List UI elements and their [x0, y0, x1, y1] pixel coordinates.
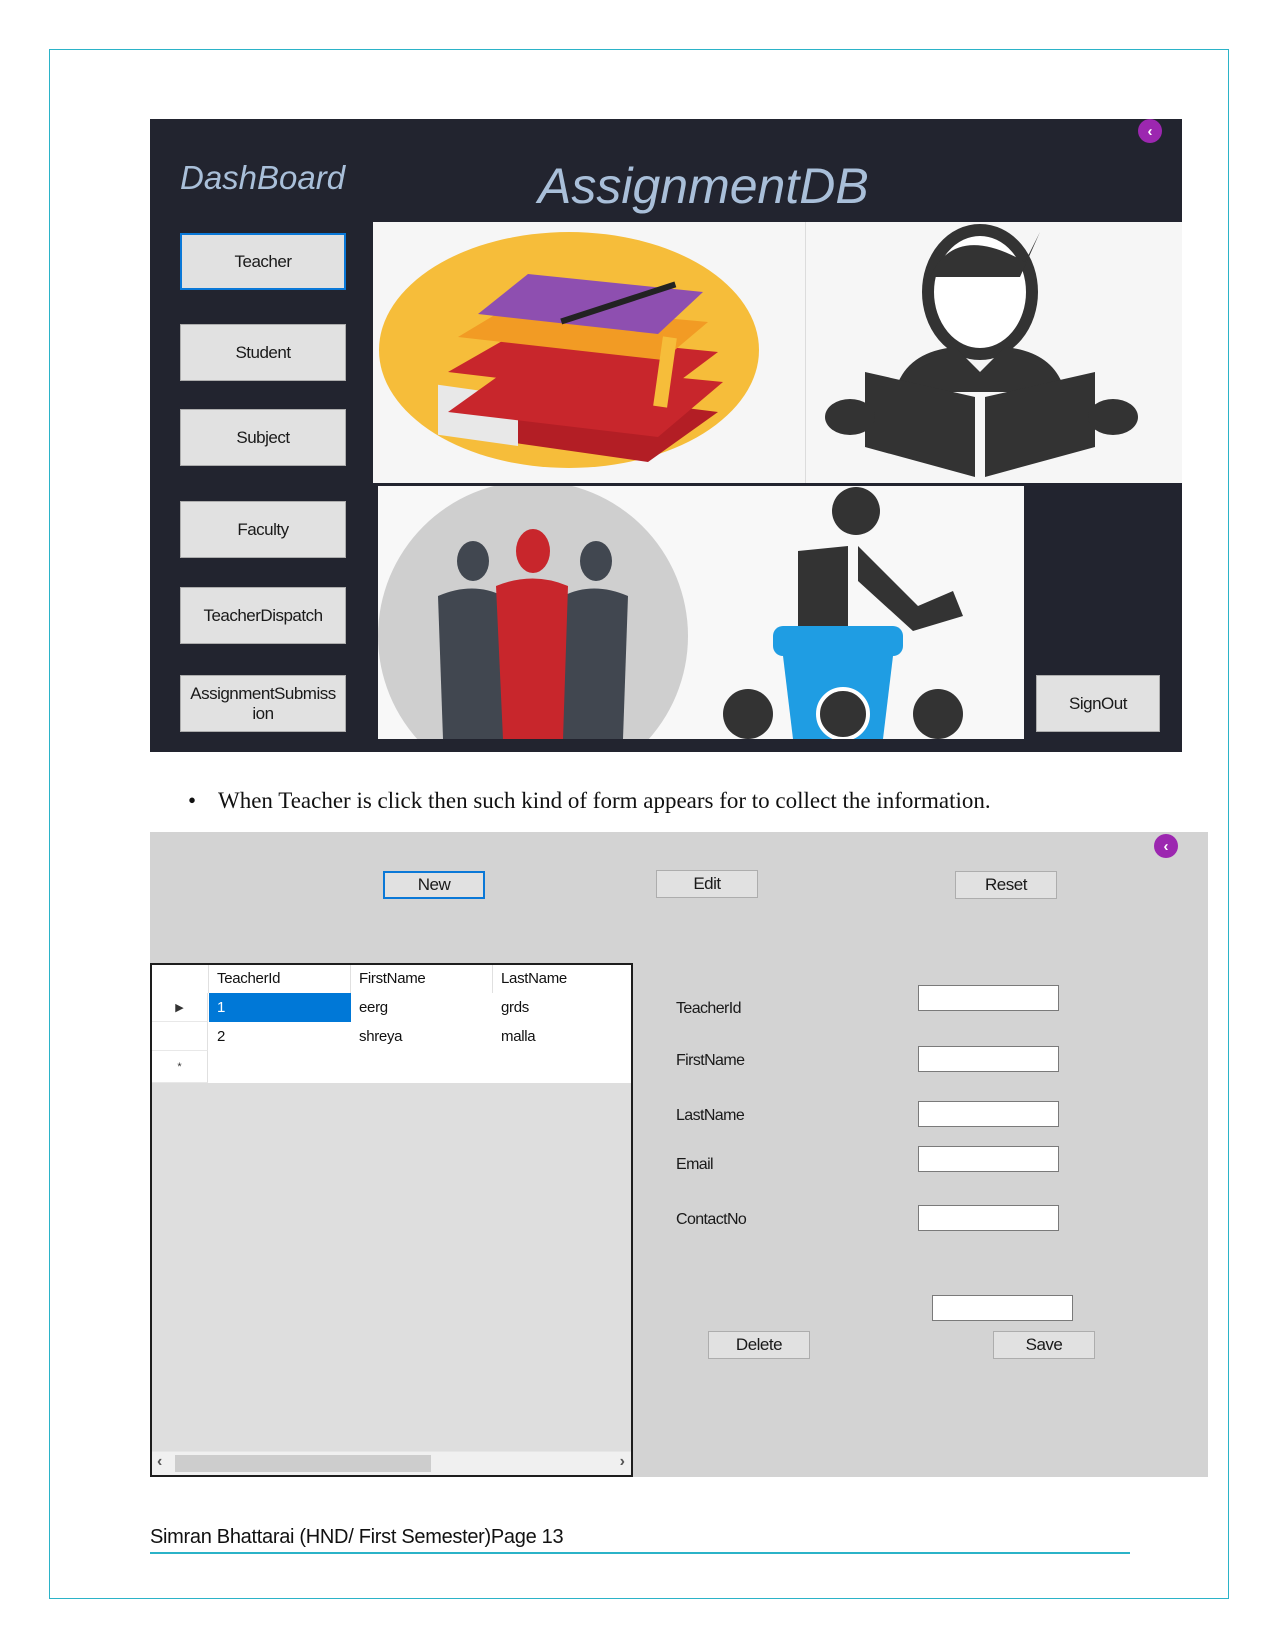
- teacherid-label: TeacherId: [676, 1000, 741, 1017]
- person-reading-image: [825, 224, 1138, 477]
- cell-lastname[interactable]: malla: [493, 1022, 631, 1051]
- row-header-corner: [152, 965, 209, 993]
- page-footer: Simran Bhattarai (HND/ First Semester)Pa…: [150, 1526, 564, 1548]
- firstname-input[interactable]: [918, 1046, 1059, 1072]
- contactno-label: ContactNo: [676, 1211, 747, 1228]
- current-row-indicator-icon: ▶: [152, 993, 208, 1022]
- back-icon[interactable]: ‹: [1154, 834, 1178, 858]
- column-header-teacherid[interactable]: TeacherId: [209, 965, 351, 993]
- subject-button[interactable]: Subject: [180, 409, 346, 466]
- cell-lastname[interactable]: grds: [493, 993, 631, 1022]
- team-and-speaker-image: [378, 486, 963, 739]
- bullet-icon: •: [188, 788, 197, 813]
- sidebar-title: DashBoard: [180, 159, 346, 196]
- footer-divider: [150, 1552, 1130, 1554]
- scroll-right-icon[interactable]: ›: [620, 1453, 625, 1471]
- cell-firstname[interactable]: shreya: [351, 1022, 493, 1051]
- cell-firstname[interactable]: eerg: [351, 993, 493, 1022]
- contactno-input[interactable]: [918, 1205, 1059, 1231]
- dashboard-window: ‹ DashBoard AssignmentDB Teacher Student…: [150, 119, 1182, 752]
- scroll-left-icon[interactable]: ‹: [157, 1453, 162, 1471]
- firstname-label: FirstName: [676, 1052, 745, 1069]
- scrollbar-thumb[interactable]: [175, 1455, 431, 1472]
- cell-teacherid[interactable]: 1: [209, 993, 351, 1022]
- delete-button[interactable]: Delete: [708, 1331, 810, 1359]
- teacher-dispatch-button[interactable]: TeacherDispatch: [180, 587, 346, 644]
- teacher-form-window: ‹ New Edit Reset TeacherId FirstName Las…: [150, 832, 1208, 1477]
- teacher-button[interactable]: Teacher: [180, 233, 346, 290]
- teacher-data-grid[interactable]: TeacherId FirstName LastName ▶ 1 eerg gr…: [150, 963, 633, 1477]
- grid-header: TeacherId FirstName LastName: [152, 965, 631, 994]
- edit-button[interactable]: Edit: [656, 870, 758, 898]
- bullet-item: • When Teacher is click then such kind of…: [188, 788, 991, 814]
- row-header: [152, 1022, 208, 1051]
- extra-input[interactable]: [932, 1295, 1073, 1321]
- assignment-submission-button[interactable]: AssignmentSubmiss ion: [180, 675, 346, 732]
- email-label: Email: [676, 1156, 714, 1173]
- bullet-text: When Teacher is click then such kind of …: [218, 788, 991, 813]
- faculty-button[interactable]: Faculty: [180, 501, 346, 558]
- column-header-lastname[interactable]: LastName: [493, 965, 631, 993]
- new-button[interactable]: New: [383, 871, 485, 899]
- back-icon[interactable]: ‹: [1138, 119, 1162, 143]
- lastname-input[interactable]: [918, 1101, 1059, 1127]
- signout-button[interactable]: SignOut: [1036, 675, 1160, 732]
- table-row[interactable]: 2 shreya malla: [152, 1022, 631, 1051]
- reset-button[interactable]: Reset: [955, 871, 1057, 899]
- bottom-picture-panel: [378, 486, 1024, 739]
- column-header-firstname[interactable]: FirstName: [351, 965, 493, 993]
- student-button[interactable]: Student: [180, 324, 346, 381]
- books-stack-image: [379, 232, 759, 468]
- teacherid-input[interactable]: [918, 985, 1059, 1011]
- lastname-label: LastName: [676, 1107, 745, 1124]
- email-input[interactable]: [918, 1146, 1059, 1172]
- top-picture-panel: [373, 222, 1182, 483]
- horizontal-scrollbar[interactable]: ‹ ›: [152, 1451, 631, 1475]
- new-row[interactable]: *: [152, 1051, 631, 1083]
- cell-teacherid[interactable]: 2: [209, 1022, 351, 1051]
- save-button[interactable]: Save: [993, 1331, 1095, 1359]
- new-row-indicator-icon: *: [152, 1051, 208, 1083]
- app-title: AssignmentDB: [538, 158, 869, 214]
- table-row[interactable]: ▶ 1 eerg grds: [152, 993, 631, 1022]
